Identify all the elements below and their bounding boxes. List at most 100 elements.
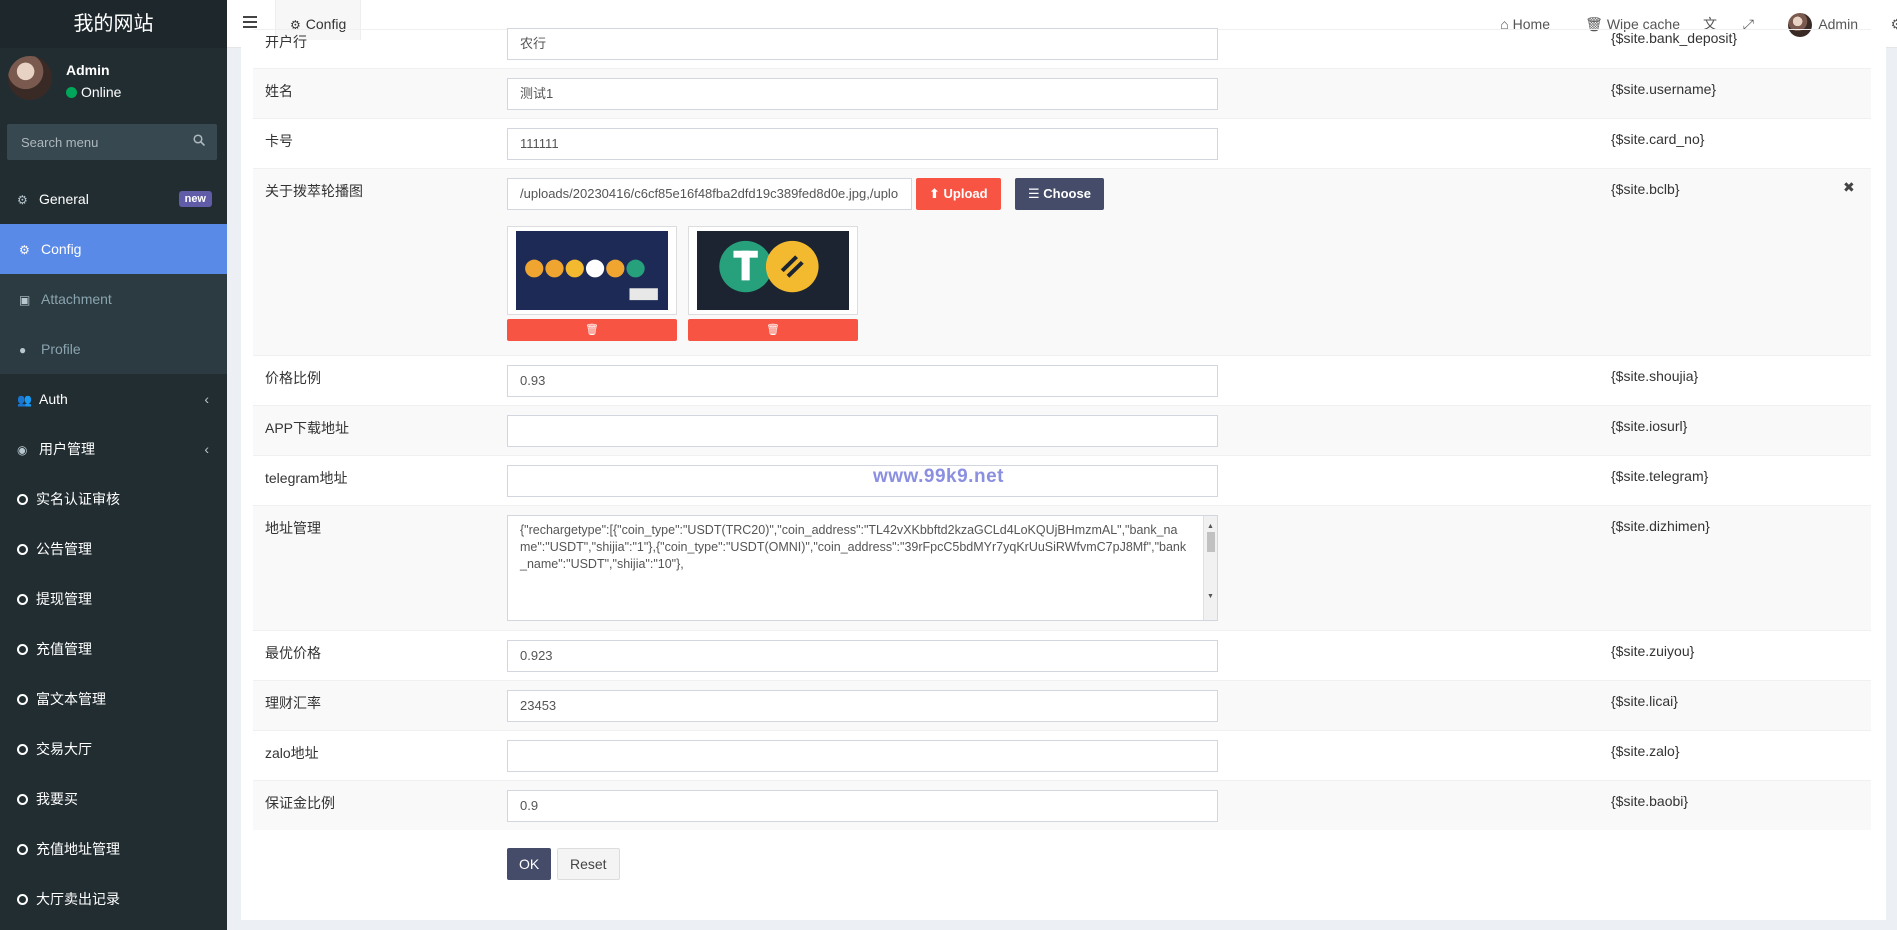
sidebar-item-recharge-address[interactable]: 充值地址管理 bbox=[0, 824, 227, 874]
textarea-scrollbar[interactable]: ▲ ▼ bbox=[1203, 516, 1217, 620]
search-input[interactable] bbox=[7, 124, 217, 160]
variable-name: {$site.bclb} bbox=[1611, 181, 1680, 197]
sidebar-item-label: 充值地址管理 bbox=[36, 841, 120, 857]
field-label: 理财汇率 bbox=[265, 695, 321, 711]
sidebar-item-label: 富文本管理 bbox=[36, 691, 106, 707]
choose-label: Choose bbox=[1043, 186, 1091, 201]
address-json-textarea[interactable]: {"rechargetype":[{"coin_type":"USDT(TRC2… bbox=[507, 515, 1218, 621]
sidebar-item-realname[interactable]: 实名认证审核 bbox=[0, 474, 227, 524]
upload-icon: ⬆ bbox=[929, 186, 944, 201]
username-input[interactable]: 测试1 bbox=[507, 78, 1218, 110]
sidebar-item-attachment[interactable]: ▣ Attachment bbox=[0, 274, 227, 324]
sidebar-item-buy[interactable]: 我要买 bbox=[0, 774, 227, 824]
sidebar-item-sell-records[interactable]: 大厅卖出记录 bbox=[0, 874, 227, 924]
choose-button[interactable]: ☰ Choose bbox=[1015, 178, 1104, 210]
finance-rate-input[interactable]: 23453 bbox=[507, 690, 1218, 722]
trash-icon: 🗑 bbox=[766, 324, 780, 336]
sidebar-menu: ⚙ General new ⚙ Config ▣ Attachment ● Profil… bbox=[0, 174, 227, 924]
price-ratio-input[interactable]: 0.93 bbox=[507, 365, 1218, 397]
delete-image-button[interactable]: 🗑 bbox=[688, 319, 858, 341]
hamburger-menu-icon[interactable] bbox=[243, 16, 257, 28]
image-thumbnail[interactable] bbox=[688, 226, 858, 315]
circle-icon bbox=[17, 594, 28, 605]
banner-image-1 bbox=[516, 231, 668, 310]
app-download-url-input[interactable] bbox=[507, 415, 1218, 447]
user-panel: Admin Online bbox=[0, 48, 227, 123]
form-row: 卡号 111111 {$site.card_no} bbox=[253, 118, 1871, 168]
image-thumbnail[interactable] bbox=[507, 226, 677, 315]
variable-name: {$site.shoujia} bbox=[1611, 368, 1699, 384]
search-icon[interactable] bbox=[193, 134, 205, 146]
general-submenu: ⚙ Config ▣ Attachment ● Profile bbox=[0, 224, 227, 374]
scroll-down-icon[interactable]: ▼ bbox=[1207, 588, 1214, 605]
sidebar-item-label: Attachment bbox=[41, 291, 112, 307]
variable-name: {$site.username} bbox=[1611, 81, 1717, 97]
sidebar-item-auth[interactable]: 👥 Auth ‹ bbox=[0, 374, 227, 424]
variable-name: {$site.zalo} bbox=[1611, 743, 1680, 759]
telegram-url-input[interactable] bbox=[507, 465, 1218, 497]
sidebar-item-label: 我要买 bbox=[36, 791, 78, 807]
sidebar-search bbox=[7, 124, 217, 160]
zalo-url-input[interactable] bbox=[507, 740, 1218, 772]
gear-icon: ⚙ bbox=[19, 243, 30, 257]
sidebar-item-recharge[interactable]: 充值管理 bbox=[0, 624, 227, 674]
sidebar-item-notice[interactable]: 公告管理 bbox=[0, 524, 227, 574]
card-no-input[interactable]: 111111 bbox=[507, 128, 1218, 160]
variable-name: {$site.dizhimen} bbox=[1611, 518, 1710, 534]
field-label: telegram地址 bbox=[265, 470, 348, 486]
sidebar-item-config[interactable]: ⚙ Config bbox=[0, 224, 227, 274]
chevron-left-icon: ‹ bbox=[204, 391, 209, 407]
margin-ratio-input[interactable]: 0.9 bbox=[507, 790, 1218, 822]
site-logo[interactable]: 我的网站 bbox=[0, 0, 227, 48]
variable-name: {$site.licai} bbox=[1611, 693, 1678, 709]
variable-name: {$site.zuiyou} bbox=[1611, 643, 1695, 659]
circle-icon bbox=[17, 744, 28, 755]
field-label: APP下载地址 bbox=[265, 420, 350, 436]
close-icon[interactable]: ✖ bbox=[1843, 179, 1855, 196]
upload-button[interactable]: ⬆ Upload bbox=[916, 178, 1001, 210]
variable-name: {$site.telegram} bbox=[1611, 468, 1709, 484]
settings-gear-icon[interactable]: ⚙ bbox=[1890, 0, 1897, 48]
sidebar-item-label: 充值管理 bbox=[36, 641, 92, 657]
sidebar: 我的网站 Admin Online ⚙ General new ⚙ Config ▣… bbox=[0, 0, 227, 930]
list-icon: ☰ bbox=[1028, 186, 1044, 201]
sidebar-item-trading-hall[interactable]: 交易大厅 bbox=[0, 724, 227, 774]
online-dot-icon bbox=[66, 87, 77, 98]
sidebar-item-label: General bbox=[39, 191, 89, 207]
form-row: 价格比例 0.93 {$site.shoujia} bbox=[253, 355, 1871, 405]
users-icon: 👥 bbox=[17, 393, 32, 407]
config-panel: 开户行 农行 {$site.bank_deposit} 姓名 测试1 {$sit… bbox=[241, 28, 1886, 920]
field-label: 姓名 bbox=[265, 83, 293, 99]
bank-deposit-input[interactable]: 农行 bbox=[507, 28, 1218, 60]
sidebar-item-label: 实名认证审核 bbox=[36, 491, 120, 507]
chevron-left-icon: ‹ bbox=[204, 441, 209, 457]
reset-button[interactable]: Reset bbox=[557, 848, 620, 880]
variable-name: {$site.card_no} bbox=[1611, 131, 1705, 147]
sidebar-item-richtext[interactable]: 富文本管理 bbox=[0, 674, 227, 724]
sidebar-item-general[interactable]: ⚙ General new bbox=[0, 174, 227, 224]
image-icon: ▣ bbox=[19, 293, 31, 307]
upload-label: Upload bbox=[943, 186, 988, 201]
sidebar-item-label: 公告管理 bbox=[36, 541, 92, 557]
sidebar-item-withdraw[interactable]: 提现管理 bbox=[0, 574, 227, 624]
trash-icon: 🗑 bbox=[585, 324, 599, 336]
watermark-text: www.99k9.net bbox=[873, 466, 1004, 487]
new-badge: new bbox=[178, 191, 212, 207]
ok-button[interactable]: OK bbox=[507, 848, 552, 880]
sidebar-item-profile[interactable]: ● Profile bbox=[0, 324, 227, 374]
circle-icon bbox=[17, 494, 28, 505]
field-label: 地址管理 bbox=[265, 520, 321, 536]
image-path-input[interactable]: /uploads/20230416/c6cf85e16f48fba2dfd19c… bbox=[507, 178, 912, 210]
scrollbar-thumb[interactable] bbox=[1207, 532, 1215, 552]
user-avatar bbox=[8, 56, 52, 100]
variable-name: {$site.baobi} bbox=[1611, 793, 1689, 809]
variable-name: {$site.bank_deposit} bbox=[1611, 30, 1738, 46]
delete-image-button[interactable]: 🗑 bbox=[507, 319, 677, 341]
circle-icon bbox=[17, 544, 28, 555]
form-row: telegram地址 {$site.telegram} bbox=[253, 455, 1871, 505]
user-status-label: Online bbox=[81, 84, 122, 100]
best-price-input[interactable]: 0.923 bbox=[507, 640, 1218, 672]
sidebar-item-label: Auth bbox=[39, 391, 68, 407]
sidebar-item-user-mgmt[interactable]: ◉ 用户管理 ‹ bbox=[0, 424, 227, 474]
banner-image-2 bbox=[697, 231, 849, 310]
